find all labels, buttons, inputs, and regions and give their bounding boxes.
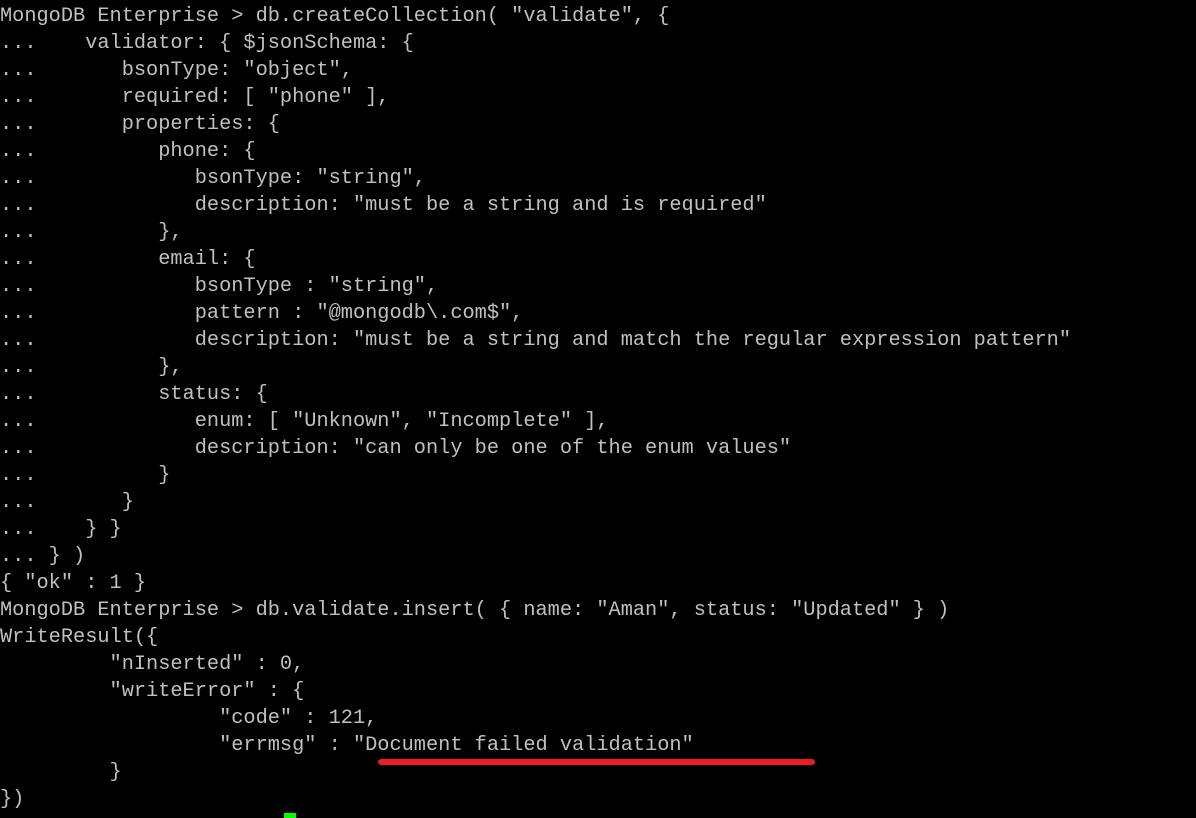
- terminal-line: ... validator: { $jsonSchema: {: [0, 32, 414, 55]
- terminal-line: ... description: "must be a string and m…: [0, 329, 1072, 352]
- terminal-line: ... status: {: [0, 383, 268, 406]
- terminal-line: }): [0, 788, 25, 811]
- terminal-line: ... },: [0, 221, 183, 244]
- terminal-line: WriteResult({: [0, 626, 159, 649]
- terminal-line: "nInserted" : 0,: [0, 653, 305, 676]
- terminal-line: ... enum: [ "Unknown", "Incomplete" ],: [0, 410, 609, 433]
- terminal-cursor: [284, 813, 296, 818]
- terminal-line: MongoDB Enterprise > db.validate.insert(…: [0, 599, 950, 622]
- terminal-line: "errmsg" : "Document failed validation": [0, 734, 694, 757]
- terminal-line: { "ok" : 1 }: [0, 572, 147, 595]
- terminal-line: ... email: {: [0, 248, 256, 271]
- terminal-line: MongoDB Enterprise > db.createCollection…: [0, 5, 670, 28]
- error-highlight-underline: [378, 759, 815, 765]
- terminal-line: ... } ): [0, 545, 86, 568]
- terminal-line: "code" : 121,: [0, 707, 378, 730]
- terminal-line: ... description: "must be a string and i…: [0, 194, 767, 217]
- terminal-line: ... bsonType : "string",: [0, 275, 439, 298]
- terminal-line: ... pattern : "@mongodb\.com$",: [0, 302, 524, 325]
- terminal-line: ... }: [0, 491, 134, 514]
- terminal-output: MongoDB Enterprise > db.createCollection…: [0, 3, 1071, 813]
- terminal-line: ... required: [ "phone" ],: [0, 86, 390, 109]
- terminal-line: ... bsonType: "object",: [0, 59, 353, 82]
- terminal-line: ... properties: {: [0, 113, 280, 136]
- terminal-line: ... bsonType: "string",: [0, 167, 426, 190]
- terminal-line: "writeError" : {: [0, 680, 305, 703]
- terminal-line: ... }: [0, 464, 171, 487]
- terminal-line: ... } }: [0, 518, 122, 541]
- terminal-line: ... },: [0, 356, 183, 379]
- terminal-line: ... description: "can only be one of the…: [0, 437, 792, 460]
- terminal-line: ... phone: {: [0, 140, 256, 163]
